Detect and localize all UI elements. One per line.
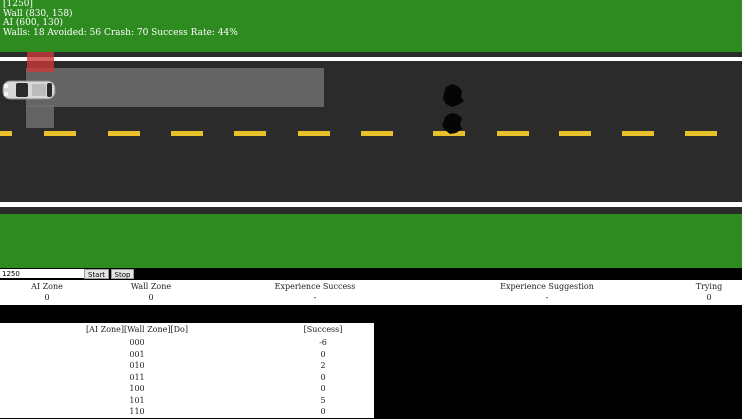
wall-zone-value: 0 [148,293,154,302]
road-edge-bottom [0,202,742,207]
game-road [0,52,742,214]
ai-zone-value: 0 [44,293,50,302]
lane-dash [171,131,203,136]
row-key: 001 [129,349,145,359]
hud-panel: [1250] Wall (830, 158) AI (600, 130) Wal… [0,0,742,52]
table-row: 110 0 [0,407,374,419]
row-success: 0 [320,372,326,382]
grass-strip [0,214,742,268]
lane-dash [685,131,717,136]
lane-dash [234,131,266,136]
start-button[interactable]: Start [84,269,109,279]
row-success: 0 [320,349,326,359]
hud-score: [1250] [3,0,33,9]
lane-dash [298,131,330,136]
ai-car [2,80,56,100]
row-key: 101 [129,395,145,405]
table-header-key: [AI Zone][Wall Zone][Do] [86,325,188,334]
experience-table: [AI Zone][Wall Zone][Do] [Success] 000 -… [0,323,374,418]
table-row: 101 5 [0,396,374,408]
row-success: 0 [320,384,326,393]
table-row: 001 0 [0,350,374,362]
table-row: 100 0 [0,384,374,396]
lane-dash [559,131,591,136]
table-row: 000 -6 [0,338,374,350]
row-success: -6 [319,338,327,347]
trying-label: Trying [695,282,723,291]
lane-dash [622,131,654,136]
experience-success-label: Experience Success [274,282,356,291]
oil-slick-obstacle [442,84,464,134]
stop-button[interactable]: Stop [111,269,134,279]
row-success: 5 [320,395,326,405]
status-panel: AI Zone 0 Wall Zone 0 Experience Success… [0,280,742,305]
road-edge-top [0,57,742,61]
interval-input[interactable] [0,269,84,278]
row-success: 0 [320,407,326,416]
wall-zone-label: Wall Zone [130,282,172,291]
row-key: 100 [129,384,145,393]
trying-value: 0 [706,293,712,302]
lane-dash [108,131,140,136]
lane-dash [44,131,76,136]
hud-stats: Walls: 18 Avoided: 56 Crash: 70 Success … [3,27,238,38]
row-success: 2 [320,361,326,370]
wall-zone-marker [27,52,54,72]
lane-dash [497,131,529,136]
experience-suggestion-value: - [545,293,549,302]
experience-success-value: - [313,293,317,302]
row-key: 110 [129,407,145,416]
row-key: 010 [129,361,145,370]
lane-dash [361,131,393,136]
ai-sensor-zone-lower [26,105,54,128]
control-bar: Start Stop [0,268,742,280]
hud-wall-position: Wall (830, 158) [3,8,73,19]
ai-zone-label: AI Zone [31,282,63,291]
table-row: 010 2 [0,361,374,373]
ai-sensor-zone [26,68,324,107]
row-key: 011 [129,372,145,382]
lane-dash [0,131,12,136]
table-row: 011 0 [0,373,374,385]
experience-suggestion-label: Experience Suggestion [500,282,594,291]
table-header-success: [Success] [303,325,343,334]
row-key: 000 [129,338,145,347]
